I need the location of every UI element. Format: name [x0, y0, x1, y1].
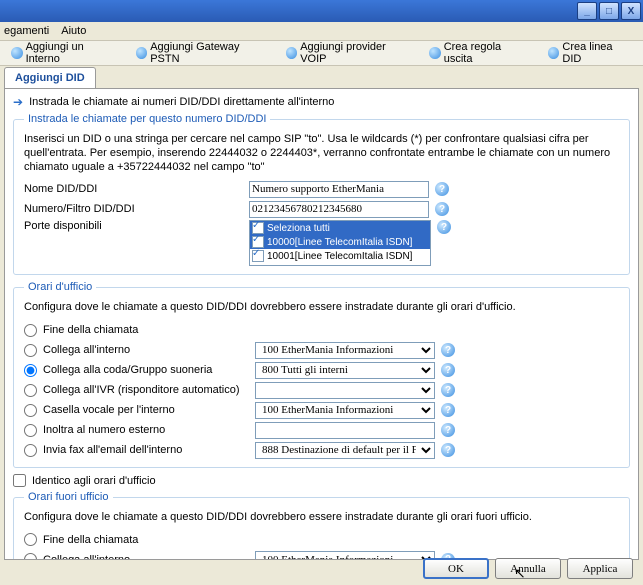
radio-ivr-label: Collega all'IVR (risponditore automatico… — [43, 384, 255, 396]
apply-button[interactable]: Applica — [567, 558, 633, 579]
did-filter-label: Numero/Filtro DID/DDI — [24, 203, 249, 215]
server-icon — [136, 47, 148, 59]
radio-queue-label: Collega alla coda/Gruppo suoneria — [43, 364, 255, 376]
ports-label: Porte disponibili — [24, 220, 249, 232]
titlebar: _ □ X — [0, 0, 643, 22]
help-icon[interactable]: ? — [441, 383, 455, 397]
ports-listbox[interactable]: Seleziona tutti 10000[Linee TelecomItali… — [249, 220, 431, 266]
ports-item[interactable]: 10000[Linee TelecomItalia ISDN] — [250, 235, 430, 249]
toolbar-add-rule[interactable]: Crea regola uscita — [422, 38, 537, 68]
help-icon[interactable]: ? — [441, 363, 455, 377]
radio-fax[interactable] — [24, 444, 37, 457]
radio-extension[interactable] — [24, 344, 37, 357]
section-did-legend: Instrada le chiamate per questo numero D… — [24, 113, 270, 125]
help-icon[interactable]: ? — [441, 443, 455, 457]
maximize-button[interactable]: □ — [599, 2, 619, 20]
radio-oo-end-call[interactable] — [24, 533, 37, 546]
close-button[interactable]: X — [621, 2, 641, 20]
help-icon[interactable]: ? — [441, 423, 455, 437]
voip-icon — [286, 47, 298, 59]
toolbar-add-extension[interactable]: Aggiungi un Interno — [4, 38, 125, 68]
section-did-number: Instrada le chiamate per questo numero D… — [13, 113, 630, 275]
phone-icon — [11, 47, 23, 59]
office-desc: Configura dove le chiamate a questo DID/… — [24, 301, 619, 315]
help-icon[interactable]: ? — [437, 220, 451, 234]
cancel-button[interactable]: Annulla — [495, 558, 561, 579]
radio-voicemail[interactable] — [24, 404, 37, 417]
out-office-legend: Orari fuori ufficio — [24, 491, 113, 503]
page-instruction: Instrada le chiamate ai numeri DID/DDI d… — [29, 96, 334, 108]
help-icon[interactable]: ? — [441, 403, 455, 417]
radio-queue[interactable] — [24, 364, 37, 377]
help-icon[interactable]: ? — [435, 202, 449, 216]
content-pane: ➔ Instrada le chiamate ai numeri DID/DDI… — [4, 88, 639, 560]
minimize-button[interactable]: _ — [577, 2, 597, 20]
tab-row: Aggiungi DID — [0, 66, 643, 88]
did-icon — [548, 47, 560, 59]
toolbar-add-did[interactable]: Crea linea DID — [541, 38, 639, 68]
did-name-input[interactable] — [249, 181, 429, 198]
menu-help[interactable]: Aiuto — [61, 25, 86, 37]
fax-select[interactable]: 888 Destinazione di default per il FAX — [255, 442, 435, 459]
radio-extension-label: Collega all'interno — [43, 344, 255, 356]
arrow-icon: ➔ — [13, 95, 23, 109]
radio-fax-label: Invia fax all'email dell'interno — [43, 444, 255, 456]
toolbar: Aggiungi un Interno Aggiungi Gateway PST… — [0, 41, 643, 66]
radio-external[interactable] — [24, 424, 37, 437]
radio-oo-extension[interactable] — [24, 553, 37, 560]
radio-ivr[interactable] — [24, 384, 37, 397]
voicemail-select[interactable]: 100 EtherMania Informazioni — [255, 402, 435, 419]
radio-voicemail-label: Casella vocale per l'interno — [43, 404, 255, 416]
help-icon[interactable]: ? — [435, 182, 449, 196]
ports-select-all[interactable]: Seleziona tutti — [250, 221, 430, 235]
external-input[interactable] — [255, 422, 435, 439]
extension-select[interactable]: 100 EtherMania Informazioni — [255, 342, 435, 359]
rule-icon — [429, 47, 441, 59]
dialog-buttons: OK Annulla Applica — [423, 558, 633, 579]
toolbar-add-gateway[interactable]: Aggiungi Gateway PSTN — [129, 38, 275, 68]
ok-button[interactable]: OK — [423, 558, 489, 579]
tab-add-did[interactable]: Aggiungi DID — [4, 67, 96, 88]
identical-hours-checkbox[interactable] — [13, 474, 26, 487]
section-office-hours: Orari d'ufficio Configura dove le chiama… — [13, 281, 630, 468]
queue-select[interactable]: 800 Tutti gli interni — [255, 362, 435, 379]
did-name-label: Nome DID/DDI — [24, 183, 249, 195]
ivr-select[interactable] — [255, 382, 435, 399]
oo-extension-select[interactable]: 100 EtherMania Informazioni — [255, 551, 435, 560]
radio-end-call-label: Fine della chiamata — [43, 324, 255, 336]
radio-external-label: Inoltra al numero esterno — [43, 424, 255, 436]
ports-item[interactable]: 10001[Linee TelecomItalia ISDN] — [250, 249, 430, 263]
office-legend: Orari d'ufficio — [24, 281, 96, 293]
help-icon[interactable]: ? — [441, 343, 455, 357]
section-out-of-office: Orari fuori ufficio Configura dove le ch… — [13, 491, 630, 560]
section-did-description: Inserisci un DID o una stringa per cerca… — [24, 133, 619, 174]
did-filter-input[interactable] — [249, 201, 429, 218]
menu-file[interactable]: egamenti — [4, 25, 49, 37]
identical-hours-label: Identico agli orari d'ufficio — [32, 475, 156, 487]
out-office-desc: Configura dove le chiamate a questo DID/… — [24, 511, 619, 525]
toolbar-add-voip[interactable]: Aggiungi provider VOIP — [279, 38, 419, 68]
radio-end-call[interactable] — [24, 324, 37, 337]
